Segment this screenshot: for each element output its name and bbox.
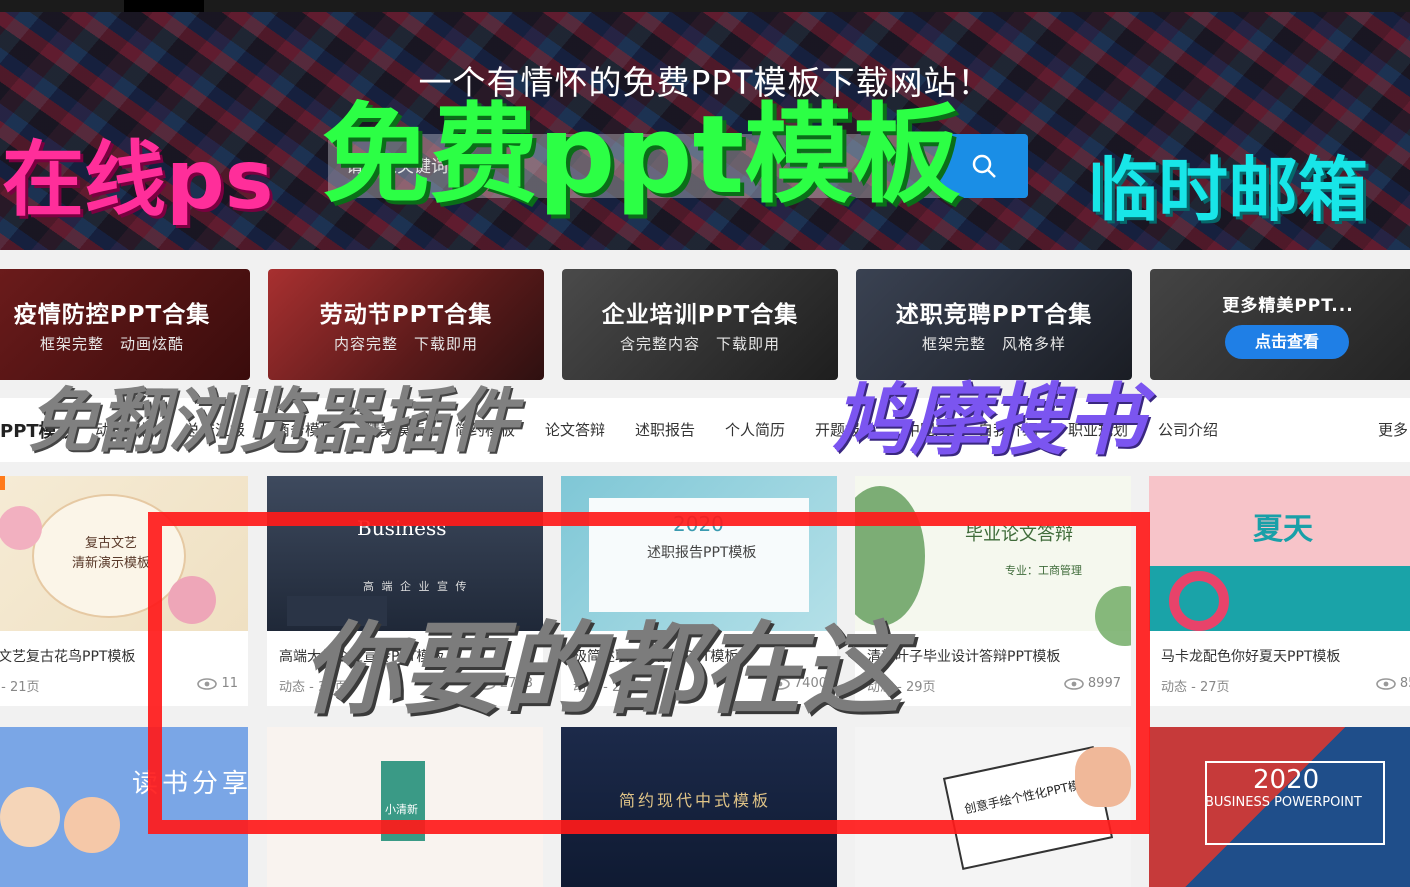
collection-card[interactable]: 疫情防控PPT合集 框架完整 动画炫酷 <box>0 269 250 380</box>
child-illustration <box>0 787 60 847</box>
thumb-caption: 2020 <box>1253 765 1320 795</box>
collection-subtitle: 框架完整 动画炫酷 <box>39 335 184 353</box>
overlay-temp-mail: 临时邮箱 <box>1088 149 1368 231</box>
collection-subtitle: 内容完整 下载即用 <box>333 335 478 353</box>
template-thumbnail: 2020 BUSINESS POWERPOINT <box>1149 727 1410 887</box>
search-icon <box>972 154 996 178</box>
collection-card[interactable]: 述职竞聘PPT合集 框架完整 风格多样 <box>856 269 1132 380</box>
view-count: 8583 <box>1376 676 1410 691</box>
collection-card[interactable]: 企业培训PPT合集 含完整内容 下载即用 <box>562 269 838 380</box>
template-card[interactable]: 2020 BUSINESS POWERPOINT <box>1149 727 1410 887</box>
overlay-everything-here: 你要的都在这 <box>302 611 902 728</box>
overlay-book-search: 鸠摩搜书 <box>832 376 1145 466</box>
collection-title: 企业培训PPT合集 <box>601 302 799 328</box>
category-tab[interactable]: 论文答辩 <box>545 419 605 440</box>
flower-decoration <box>0 506 42 550</box>
category-more[interactable]: 更多 <box>1378 419 1408 440</box>
collection-title: 疫情防控PPT合集 <box>13 302 211 328</box>
template-title[interactable]: 马卡龙配色你好夏天PPT模板 <box>1161 646 1410 666</box>
overlay-browser-plugin: 免翻浏览器插件 <box>28 380 518 462</box>
collection-subtitle: 含完整内容 下载即用 <box>619 335 780 353</box>
top-bar-tab[interactable] <box>124 0 204 12</box>
thumb-caption: 夏天 <box>1253 512 1313 547</box>
view-count-value: 8583 <box>1399 676 1410 691</box>
thumb-caption: 复古文艺 清新演示模板 <box>72 536 151 571</box>
collection-subtitle: 框架完整 风格多样 <box>921 335 1066 353</box>
top-bar <box>0 0 1410 12</box>
hot-tag <box>0 476 5 490</box>
collection-title: 述职竞聘PPT合集 <box>895 302 1093 328</box>
overlay-online-ps: 在线ps <box>2 133 274 228</box>
float-ring <box>1169 571 1229 631</box>
child-illustration <box>64 797 120 853</box>
template-thumbnail: 夏天 <box>1149 476 1410 631</box>
eye-icon <box>1376 677 1396 690</box>
template-card[interactable]: 夏天 马卡龙配色你好夏天PPT模板 动态 - 27页 8583 <box>1149 476 1410 706</box>
template-meta: 动态 - 27页 <box>1161 680 1230 695</box>
collection-title: 更多精美PPT... <box>1222 296 1354 316</box>
overlay-free-ppt: 免费ppt模板 <box>322 93 961 218</box>
view-more-button[interactable]: 点击查看 <box>1225 325 1349 359</box>
collection-title: 劳动节PPT合集 <box>319 302 493 328</box>
category-tab[interactable]: 个人简历 <box>725 419 785 440</box>
template-meta: 态 - 21页 <box>0 680 40 695</box>
thumb-subcaption: BUSINESS POWERPOINT <box>1205 795 1362 810</box>
collection-card-more[interactable]: 更多精美PPT... 点击查看 <box>1150 269 1410 380</box>
category-tab[interactable]: 公司介绍 <box>1158 419 1218 440</box>
collection-card[interactable]: 劳动节PPT合集 内容完整 下载即用 <box>268 269 544 380</box>
category-tab[interactable]: 述职报告 <box>635 419 695 440</box>
